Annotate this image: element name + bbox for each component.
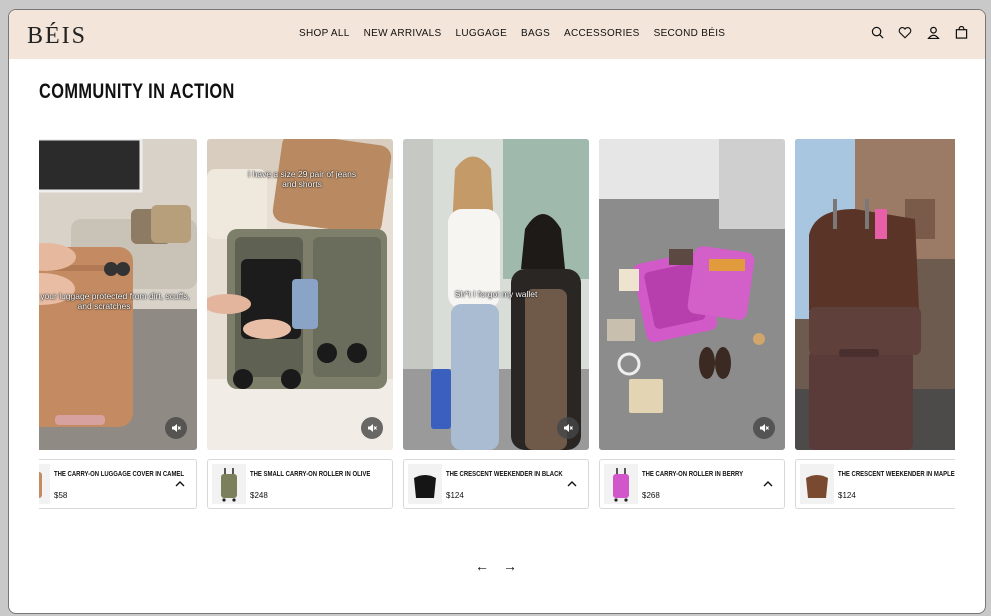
cart-icon[interactable]	[953, 24, 969, 40]
product-price: $268	[642, 491, 660, 500]
ugc-card[interactable]: THE CARRY-ON ROLLER IN BERRY $268	[599, 139, 785, 511]
nav-second-beis[interactable]: SECOND BÉIS	[654, 28, 726, 39]
chevron-up-icon[interactable]	[762, 478, 774, 490]
header-icons	[869, 24, 969, 40]
account-icon[interactable]	[925, 24, 941, 40]
nav-luggage[interactable]: LUGGAGE	[455, 28, 507, 39]
product-tag[interactable]: THE CARRY-ON ROLLER IN BERRY $268	[599, 459, 785, 509]
video-frame	[599, 139, 785, 450]
heart-icon[interactable]	[897, 24, 913, 40]
browser-frame: BÉIS SHOP ALL NEW ARRIVALS LUGGAGE BAGS …	[8, 9, 986, 614]
nav-new-arrivals[interactable]: NEW ARRIVALS	[364, 28, 442, 39]
mute-icon[interactable]	[557, 417, 579, 439]
main-nav: SHOP ALL NEW ARRIVALS LUGGAGE BAGS ACCES…	[299, 28, 725, 39]
product-name[interactable]: THE CRESCENT WEEKENDER IN BLACK	[446, 471, 563, 478]
product-price: $124	[446, 491, 464, 500]
mute-icon[interactable]	[361, 417, 383, 439]
prev-arrow-icon[interactable]: ←	[475, 558, 489, 574]
ugc-card[interactable]: Sh*t I forgot my wallet THE CRESCENT WEE…	[403, 139, 589, 511]
ugc-video[interactable]: Sh*t I forgot my wallet	[403, 139, 589, 450]
ugc-video[interactable]: I have a size 29 pair of jeans and short…	[207, 139, 393, 450]
ugc-card[interactable]: Keep your luggage protected from dirt, s…	[39, 139, 197, 511]
product-name[interactable]: THE CRESCENT WEEKENDER IN MAPLE	[838, 471, 955, 478]
product-thumbnail	[212, 464, 246, 504]
nav-bags[interactable]: BAGS	[521, 28, 550, 39]
ugc-video[interactable]: Keep your luggage protected from dirt, s…	[39, 139, 197, 450]
mute-icon[interactable]	[165, 417, 187, 439]
site-header: BÉIS SHOP ALL NEW ARRIVALS LUGGAGE BAGS …	[9, 10, 985, 59]
chevron-up-icon[interactable]	[174, 478, 186, 490]
nav-accessories[interactable]: ACCESSORIES	[564, 28, 640, 39]
mute-icon[interactable]	[753, 417, 775, 439]
section-title: COMMUNITY IN ACTION	[39, 80, 235, 103]
product-tag[interactable]: THE CRESCENT WEEKENDER IN MAPLE $124	[795, 459, 955, 509]
product-name[interactable]: THE SMALL CARRY-ON ROLLER IN OLIVE	[250, 471, 370, 478]
community-carousel: Keep your luggage protected from dirt, s…	[39, 139, 955, 511]
product-price: $58	[54, 491, 68, 500]
product-tag[interactable]: THE CARRY-ON LUGGAGE COVER IN CAMEL $58	[39, 459, 197, 509]
nav-shop-all[interactable]: SHOP ALL	[299, 28, 350, 39]
product-tag[interactable]: THE CRESCENT WEEKENDER IN BLACK $124	[403, 459, 589, 509]
product-thumbnail	[39, 464, 50, 504]
video-frame	[795, 139, 955, 450]
video-caption: Sh*t I forgot my wallet	[454, 289, 538, 299]
site-logo[interactable]: BÉIS	[27, 23, 87, 50]
carousel-controls: ← →	[475, 558, 517, 574]
chevron-up-icon[interactable]	[566, 478, 578, 490]
ugc-video[interactable]	[599, 139, 785, 450]
product-price: $124	[838, 491, 856, 500]
product-thumbnail	[408, 464, 442, 504]
video-caption: Keep your luggage protected from dirt, s…	[39, 291, 190, 311]
product-name[interactable]: THE CARRY-ON LUGGAGE COVER IN CAMEL	[54, 471, 184, 478]
product-name[interactable]: THE CARRY-ON ROLLER IN BERRY	[642, 471, 744, 478]
next-arrow-icon[interactable]: →	[503, 558, 517, 574]
product-thumbnail	[800, 464, 834, 504]
ugc-card[interactable]: I have a size 29 pair of jeans and short…	[207, 139, 393, 511]
search-icon[interactable]	[869, 24, 885, 40]
ugc-video[interactable]	[795, 139, 955, 450]
ugc-card[interactable]: THE CRESCENT WEEKENDER IN MAPLE $124	[795, 139, 955, 511]
product-tag[interactable]: THE SMALL CARRY-ON ROLLER IN OLIVE $248	[207, 459, 393, 509]
product-thumbnail	[604, 464, 638, 504]
product-price: $248	[250, 491, 268, 500]
video-caption: I have a size 29 pair of jeans and short…	[247, 169, 357, 189]
